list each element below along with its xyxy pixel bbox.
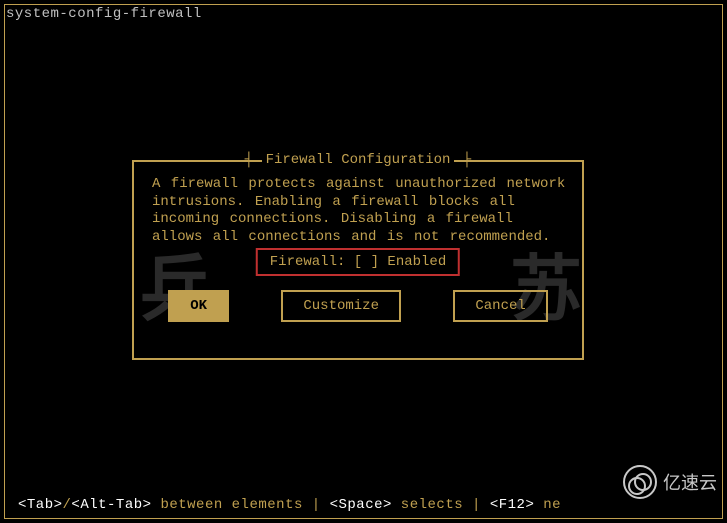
cancel-button[interactable]: Cancel	[453, 290, 547, 322]
title-pipe-left: ┤	[245, 152, 262, 168]
title-pipe-right: ├	[454, 152, 471, 168]
firewall-enabled-checkbox[interactable]: Firewall: [ ] Enabled	[256, 248, 460, 276]
dialog-title-wrap: ┤ Firewall Configuration ├	[134, 152, 582, 168]
hint-alttab-key: <Alt-Tab>	[71, 497, 151, 513]
hint-pipe-1: |	[303, 497, 330, 513]
checkbox-state	[362, 254, 370, 270]
hint-space-text: selects	[392, 497, 463, 513]
bracket-close: ]	[371, 254, 379, 270]
hint-tab-text: between elements	[152, 497, 303, 513]
hint-space-key: <Space>	[330, 497, 392, 513]
status-bar: <Tab>/<Alt-Tab> between elements | <Spac…	[18, 497, 561, 513]
hint-tab-key: <Tab>	[18, 497, 63, 513]
checkbox-option-label: Enabled	[387, 254, 446, 270]
dialog-title: Firewall Configuration	[262, 152, 455, 168]
window-title: system-config-firewall	[6, 6, 202, 22]
firewall-dialog: ┤ Firewall Configuration ├ A firewall pr…	[132, 160, 584, 360]
hint-pipe-2: |	[463, 497, 490, 513]
dialog-body-text: A firewall protects against unauthorized…	[152, 176, 572, 246]
customize-button[interactable]: Customize	[281, 290, 401, 322]
button-row: OK Customize Cancel	[134, 290, 582, 322]
checkbox-label: Firewall:	[270, 254, 346, 270]
hint-f12-key: <F12>	[490, 497, 535, 513]
ok-button[interactable]: OK	[168, 290, 229, 322]
hint-f12-text: ne	[534, 497, 561, 513]
